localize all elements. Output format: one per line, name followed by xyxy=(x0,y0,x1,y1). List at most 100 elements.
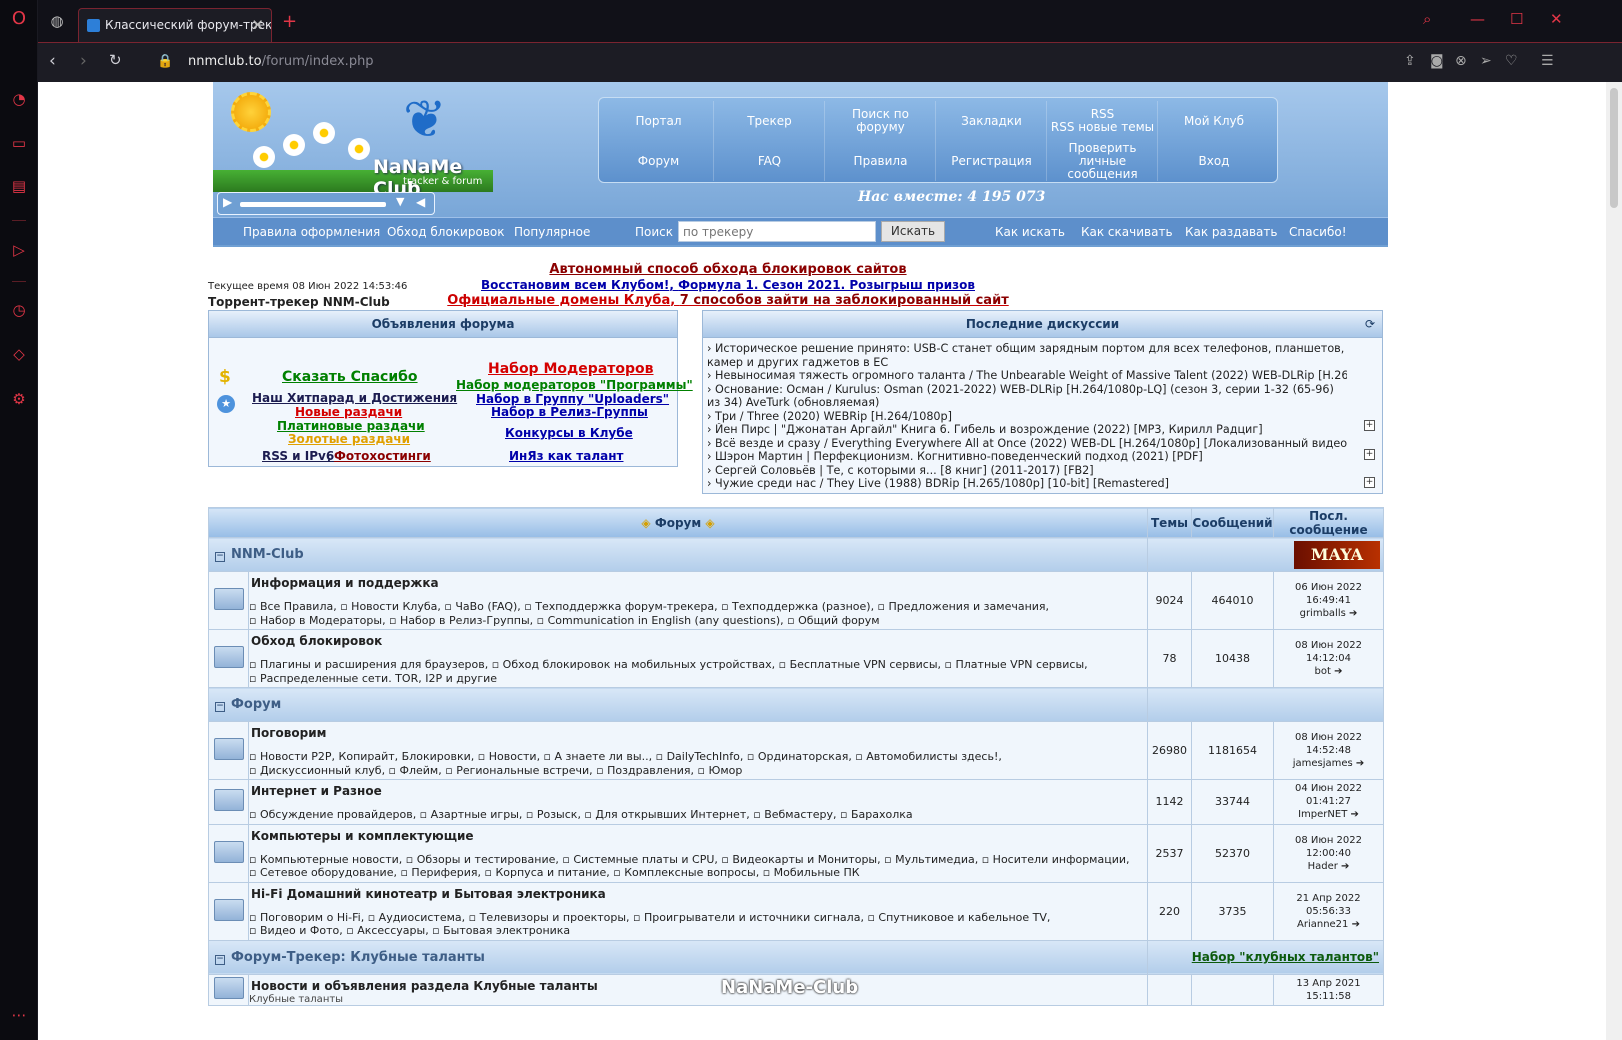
forum-name[interactable]: Поговорим xyxy=(249,722,1147,741)
menu-register[interactable]: Регистрация xyxy=(937,141,1047,181)
link-contests[interactable]: Конкурсы в Клубе xyxy=(505,426,633,440)
minimize-icon[interactable]: — xyxy=(1470,10,1485,28)
discussion-item[interactable]: › Историческое решение принято: USB-C ст… xyxy=(707,342,1347,369)
speed-dial-icon[interactable]: ◔ xyxy=(9,89,29,109)
link-moderators[interactable]: Набор Модераторов xyxy=(488,361,654,377)
adblock-icon[interactable]: ⊗ xyxy=(1455,53,1467,69)
opera-logo-icon[interactable]: O xyxy=(9,9,29,29)
search-input[interactable] xyxy=(678,221,876,242)
link-uploaders[interactable]: Набор в Группу "Uploaders" xyxy=(476,392,669,406)
expand-icon[interactable]: + xyxy=(1364,420,1375,431)
browser-tab-active[interactable]: Классический форум-трек ✕ xyxy=(78,8,272,42)
nav-popular[interactable]: Популярное xyxy=(514,225,590,239)
discussion-item[interactable]: › Всё везде и сразу / Everything Everywh… xyxy=(707,437,1347,451)
expand-icon[interactable]: + xyxy=(1364,449,1375,460)
menu-faq[interactable]: FAQ xyxy=(715,141,825,181)
forum-name[interactable]: Информация и поддержка xyxy=(249,572,1147,591)
discussion-item[interactable]: › Йен Пирс | "Джонатан Аргайл" Книга 6. … xyxy=(707,423,1347,437)
goto-post-icon[interactable]: ➔ xyxy=(1352,919,1360,930)
link-languages[interactable]: ИнЯз как талант xyxy=(509,449,623,463)
last-post-user[interactable]: bot xyxy=(1315,666,1331,677)
forum-name[interactable]: Компьютеры и комплектующие xyxy=(249,825,1147,844)
refresh-icon[interactable]: ⟳ xyxy=(1365,317,1375,331)
announcement-7ways[interactable]: 7 способов зайти на заблокированный сайт xyxy=(680,293,1009,308)
menu-private-messages[interactable]: Проверить личные сообщения xyxy=(1048,141,1158,181)
back-icon[interactable]: ‹ xyxy=(49,51,56,71)
announcement-restore[interactable]: Восстановим всем Клубом! xyxy=(481,278,669,292)
forum-name[interactable]: Новости и объявления раздела Клубные тал… xyxy=(249,975,1147,994)
dropdown-icon[interactable]: ▼ xyxy=(396,195,404,208)
maximize-icon[interactable]: ☐ xyxy=(1510,10,1523,28)
new-tab-button[interactable]: + xyxy=(282,11,297,32)
page-scrollbar[interactable] xyxy=(1606,82,1622,1040)
gamepad-icon[interactable]: ◍ xyxy=(47,11,67,31)
goto-post-icon[interactable]: ➔ xyxy=(1356,758,1364,769)
expand-icon[interactable]: + xyxy=(1364,477,1375,488)
announcement-bypass[interactable]: Автономный способ обхода блокировок сайт… xyxy=(408,262,1048,277)
nav-bypass[interactable]: Обход блокировок xyxy=(387,225,504,239)
player-icon[interactable]: ▷ xyxy=(9,240,29,260)
discussion-item[interactable]: › Шэрон Мартин | Перфекционизм. Когнитив… xyxy=(707,450,1347,464)
extensions-cube-icon[interactable]: ◇ xyxy=(9,344,29,364)
play-icon[interactable]: ▶ xyxy=(223,195,232,209)
menu-login[interactable]: Вход xyxy=(1159,141,1269,181)
category-title[interactable]: NNM-Club xyxy=(231,547,304,562)
menu-forum-search[interactable]: Поиск по форуму xyxy=(826,101,936,141)
last-post-user[interactable]: ImperNET xyxy=(1298,809,1347,820)
nav-how-seed[interactable]: Как раздавать xyxy=(1185,225,1277,239)
more-dots-icon[interactable]: ⋯ xyxy=(9,1005,29,1025)
url-field[interactable]: nnmclub.to/forum/index.php xyxy=(188,54,374,69)
forum-name[interactable]: Обход блокировок xyxy=(249,630,1147,649)
audio-player[interactable]: ▶ ▼ ◀ xyxy=(217,192,435,215)
goto-post-icon[interactable]: ➔ xyxy=(1334,666,1342,677)
goto-post-icon[interactable]: ➔ xyxy=(1349,608,1357,619)
last-post-user[interactable]: grimballs xyxy=(1300,608,1346,619)
link-photo-hosting[interactable]: Фотохостинги xyxy=(334,449,431,463)
history-icon[interactable]: ◷ xyxy=(9,300,29,320)
menu-bookmarks[interactable]: Закладки xyxy=(937,101,1047,141)
last-post-user[interactable]: Arianne21 xyxy=(1297,919,1348,930)
close-window-icon[interactable]: ✕ xyxy=(1550,10,1563,28)
menu-forum[interactable]: Форум xyxy=(604,141,714,181)
forum-name[interactable]: Интернет и Разное xyxy=(249,780,1147,799)
link-say-thanks[interactable]: Сказать Спасибо xyxy=(282,369,418,385)
category-forum[interactable]: − Форум xyxy=(208,687,1148,722)
link-platinum[interactable]: Платиновые раздачи xyxy=(277,419,425,433)
tab-close-icon[interactable]: ✕ xyxy=(251,16,264,34)
discussion-item[interactable]: › Три / Three (2020) WEBRip [H.264/1080p… xyxy=(707,410,1347,424)
discussion-item[interactable]: › Невыносимая тяжесть огромного таланта … xyxy=(707,369,1347,383)
volume-icon[interactable]: ◀ xyxy=(416,195,425,209)
goto-post-icon[interactable]: ➔ xyxy=(1351,809,1359,820)
collapse-icon[interactable]: − xyxy=(215,552,225,562)
menu-rss[interactable]: RSS RSS новые темы xyxy=(1048,101,1158,141)
last-post-user[interactable]: Hader xyxy=(1308,861,1338,872)
nav-how-search[interactable]: Как искать xyxy=(995,225,1065,239)
category-title[interactable]: Форум-Трекер: Клубные таланты xyxy=(231,950,485,965)
link-new-releases[interactable]: Новые раздачи xyxy=(295,405,402,419)
announcement-domains[interactable]: Официальные домены Клуба xyxy=(447,293,670,308)
search-button[interactable]: Искать xyxy=(881,221,945,242)
goto-post-icon[interactable]: ➔ xyxy=(1341,861,1349,872)
link-gold[interactable]: Золотые раздачи xyxy=(288,432,410,446)
link-rss-ipv6[interactable]: RSS и IPv6 xyxy=(262,449,334,463)
nav-design-rules[interactable]: Правила оформления xyxy=(243,225,380,239)
maya-banner[interactable]: MAYA xyxy=(1294,540,1380,569)
category-nnm-club[interactable]: − NNM-Club xyxy=(208,537,1148,572)
briefcase-icon[interactable]: ▭ xyxy=(9,133,29,153)
announcement-f1[interactable]: Формула 1. Сезон 2021. Розыгрыш призов xyxy=(678,278,975,292)
reload-icon[interactable]: ↻ xyxy=(109,51,122,69)
forum-name[interactable]: Hi-Fi Домашний кинотеатр и Бытовая элект… xyxy=(249,883,1147,902)
menu-rules[interactable]: Правила xyxy=(826,141,936,181)
share-icon[interactable]: ⇪ xyxy=(1404,53,1416,69)
scrollbar-thumb[interactable] xyxy=(1610,88,1618,208)
talents-recruitment-link[interactable]: Набор "клубных талантов" xyxy=(1147,939,1384,975)
link-moderators-programs[interactable]: Набор модераторов "Программы" xyxy=(456,378,693,392)
site-logo[interactable]: ❦ NaNaMe Club tracker & forum xyxy=(213,82,493,192)
category-title[interactable]: Форум xyxy=(231,697,281,712)
menu-tracker[interactable]: Трекер xyxy=(715,101,825,141)
link-release-groups[interactable]: Набор в Релиз-Группы xyxy=(491,405,648,419)
discussion-item[interactable]: › Чужие среди нас / They Live (1988) BDR… xyxy=(707,477,1347,491)
player-progress[interactable] xyxy=(240,202,386,207)
nav-thanks[interactable]: Спасибо! xyxy=(1289,225,1347,239)
discussion-item[interactable]: › Сергей Соловьёв | Те, с которыми я... … xyxy=(707,464,1347,478)
